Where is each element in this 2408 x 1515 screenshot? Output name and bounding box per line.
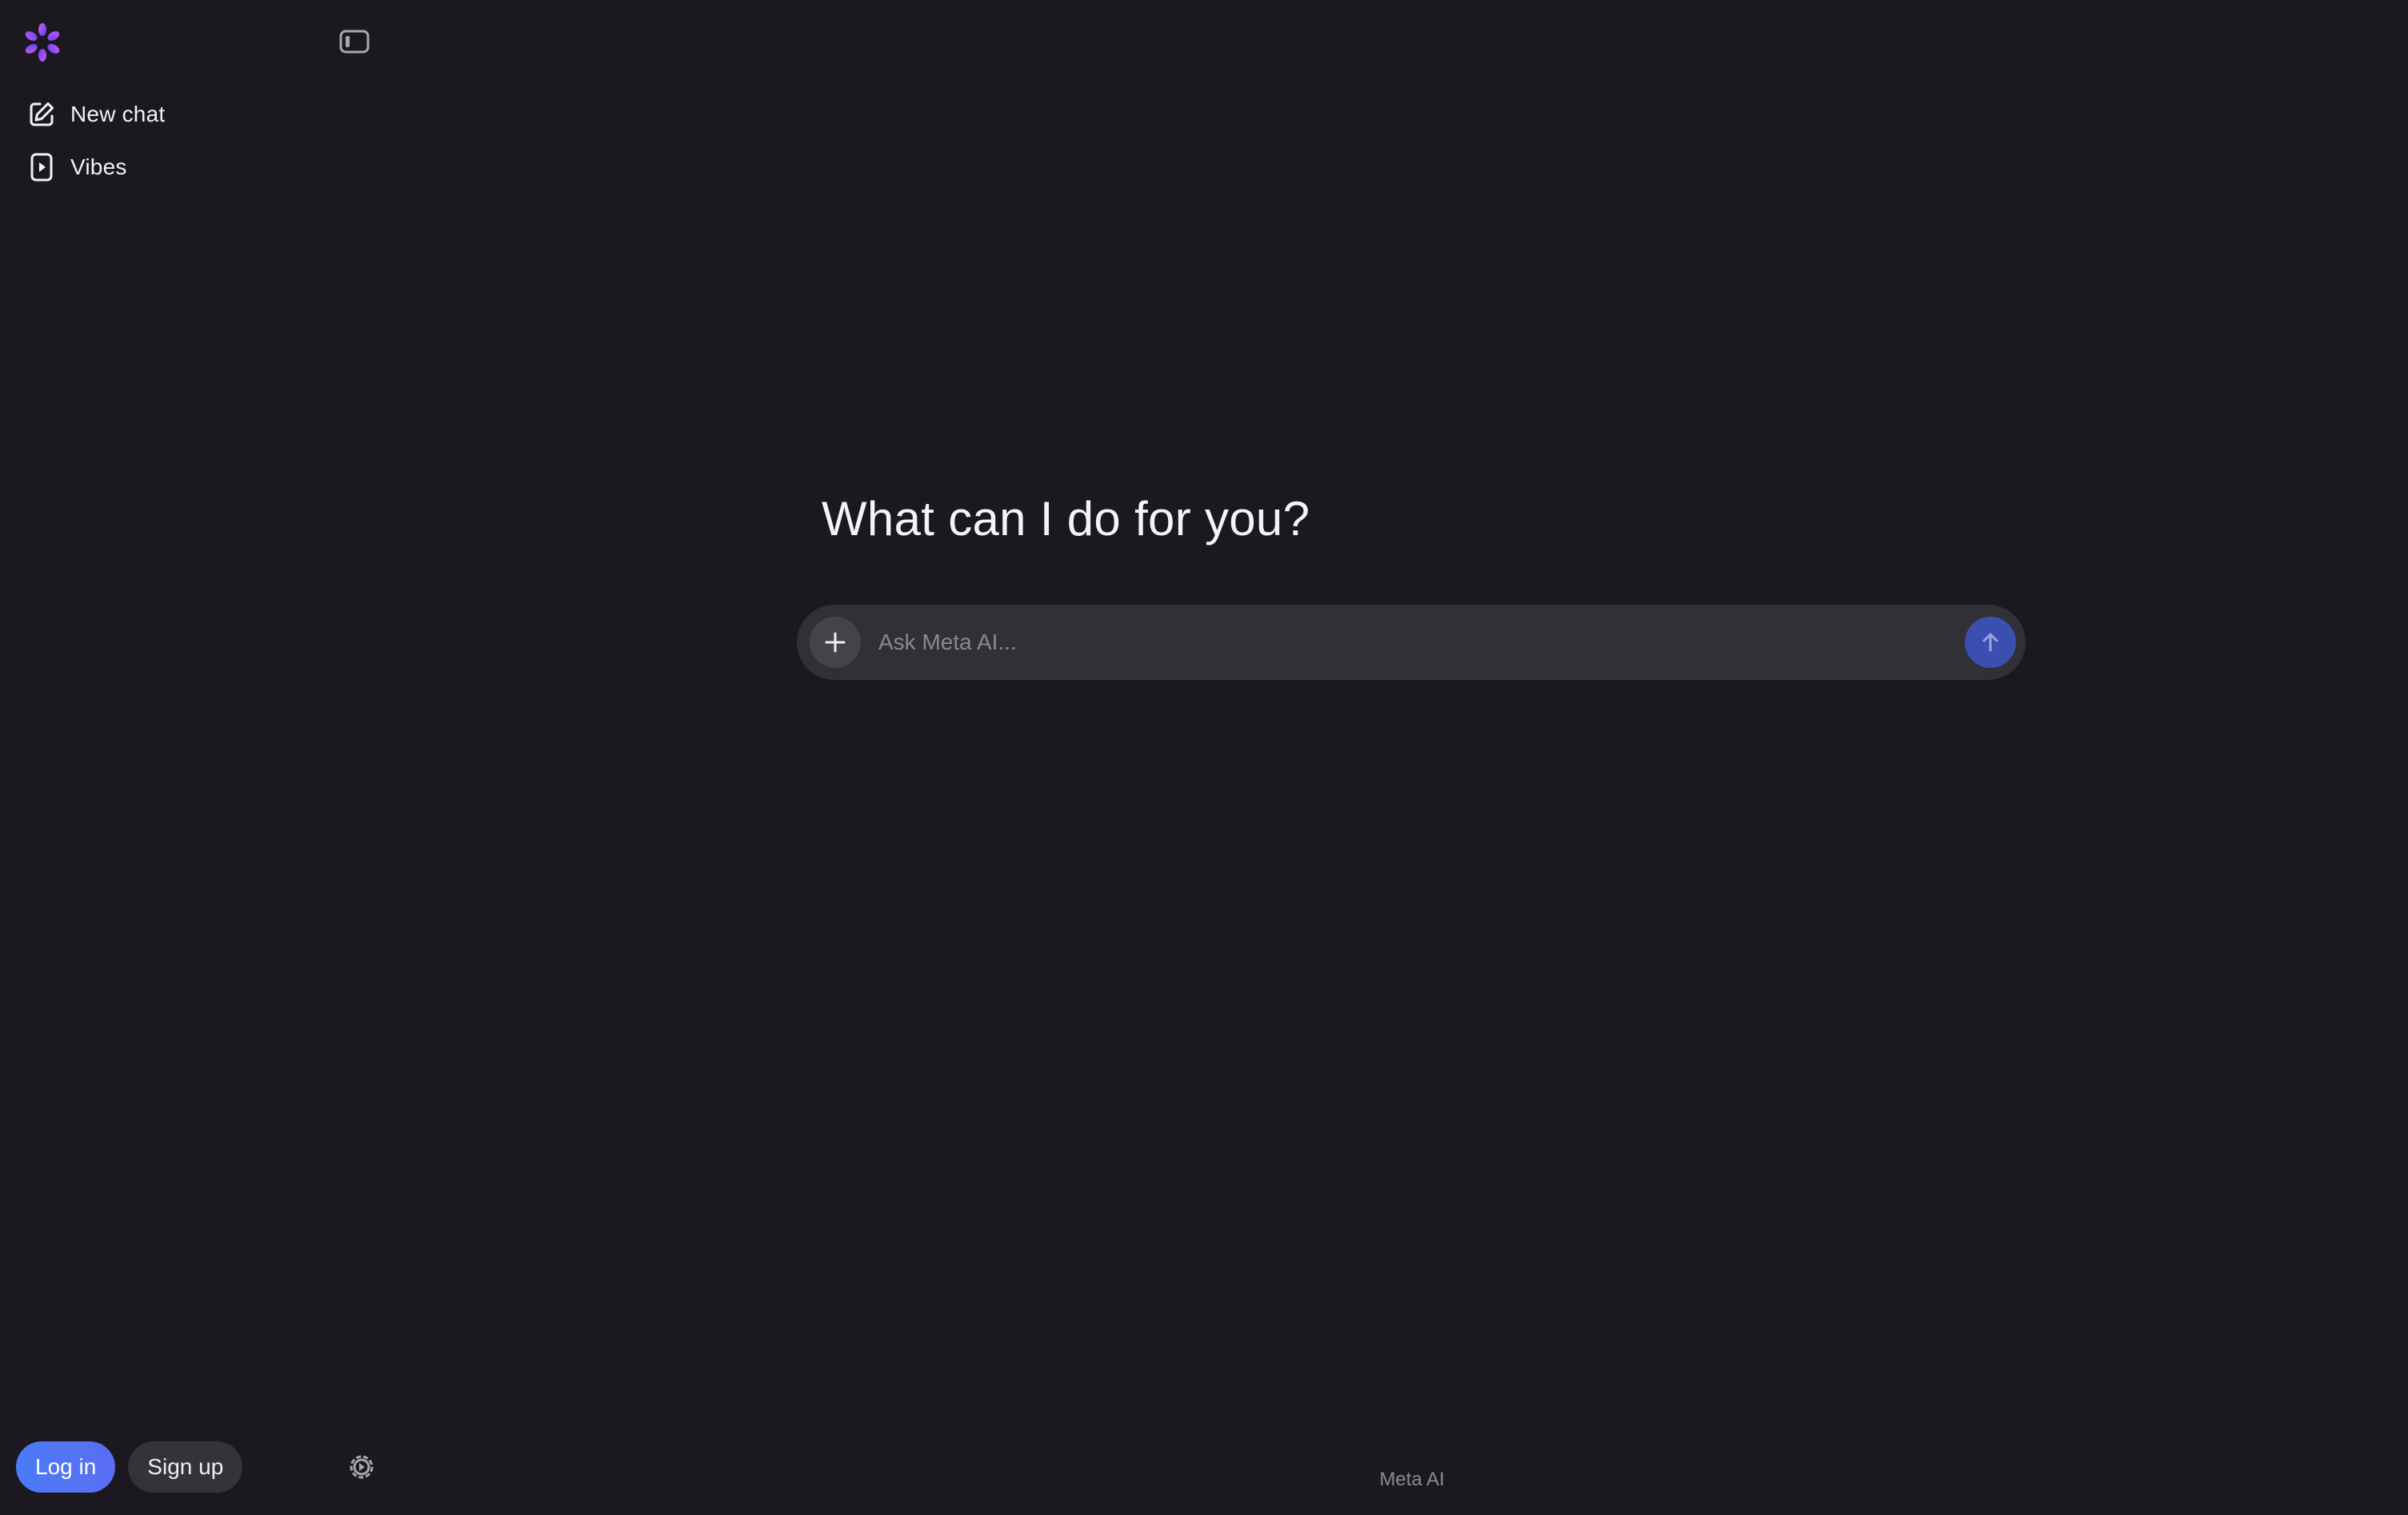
sidebar-nav: New chat Vibes: [16, 88, 376, 194]
sidebar: New chat Vibes Log in Sign up: [0, 0, 392, 1515]
sidebar-item-new-chat[interactable]: New chat: [16, 88, 376, 141]
meta-ai-logo-icon[interactable]: [21, 21, 64, 64]
edit-icon: [26, 98, 58, 130]
signup-button[interactable]: Sign up: [128, 1441, 243, 1493]
settings-button[interactable]: [344, 1449, 379, 1485]
sidebar-panel-icon: [339, 30, 370, 54]
prompt-input[interactable]: [877, 618, 1965, 667]
play-square-icon: [26, 151, 58, 183]
prompt-composer: [797, 605, 2026, 680]
page-title: What can I do for you?: [822, 492, 1310, 546]
sidebar-toggle-button[interactable]: [336, 26, 373, 58]
sidebar-item-vibes[interactable]: Vibes: [16, 141, 376, 194]
login-button[interactable]: Log in: [16, 1441, 116, 1493]
arrow-up-icon: [1982, 633, 1998, 652]
app-root: New chat Vibes Log in Sign up What can I…: [0, 0, 2408, 1515]
sidebar-item-label: New chat: [70, 102, 166, 126]
send-button[interactable]: [1965, 617, 2016, 668]
plus-icon: [825, 632, 846, 653]
gear-icon: [350, 1455, 374, 1479]
add-attachment-button[interactable]: [810, 617, 861, 668]
sidebar-item-label: Vibes: [70, 154, 127, 179]
auth-buttons: Log in Sign up: [16, 1441, 243, 1493]
footer-label: Meta AI: [1379, 1469, 1445, 1490]
